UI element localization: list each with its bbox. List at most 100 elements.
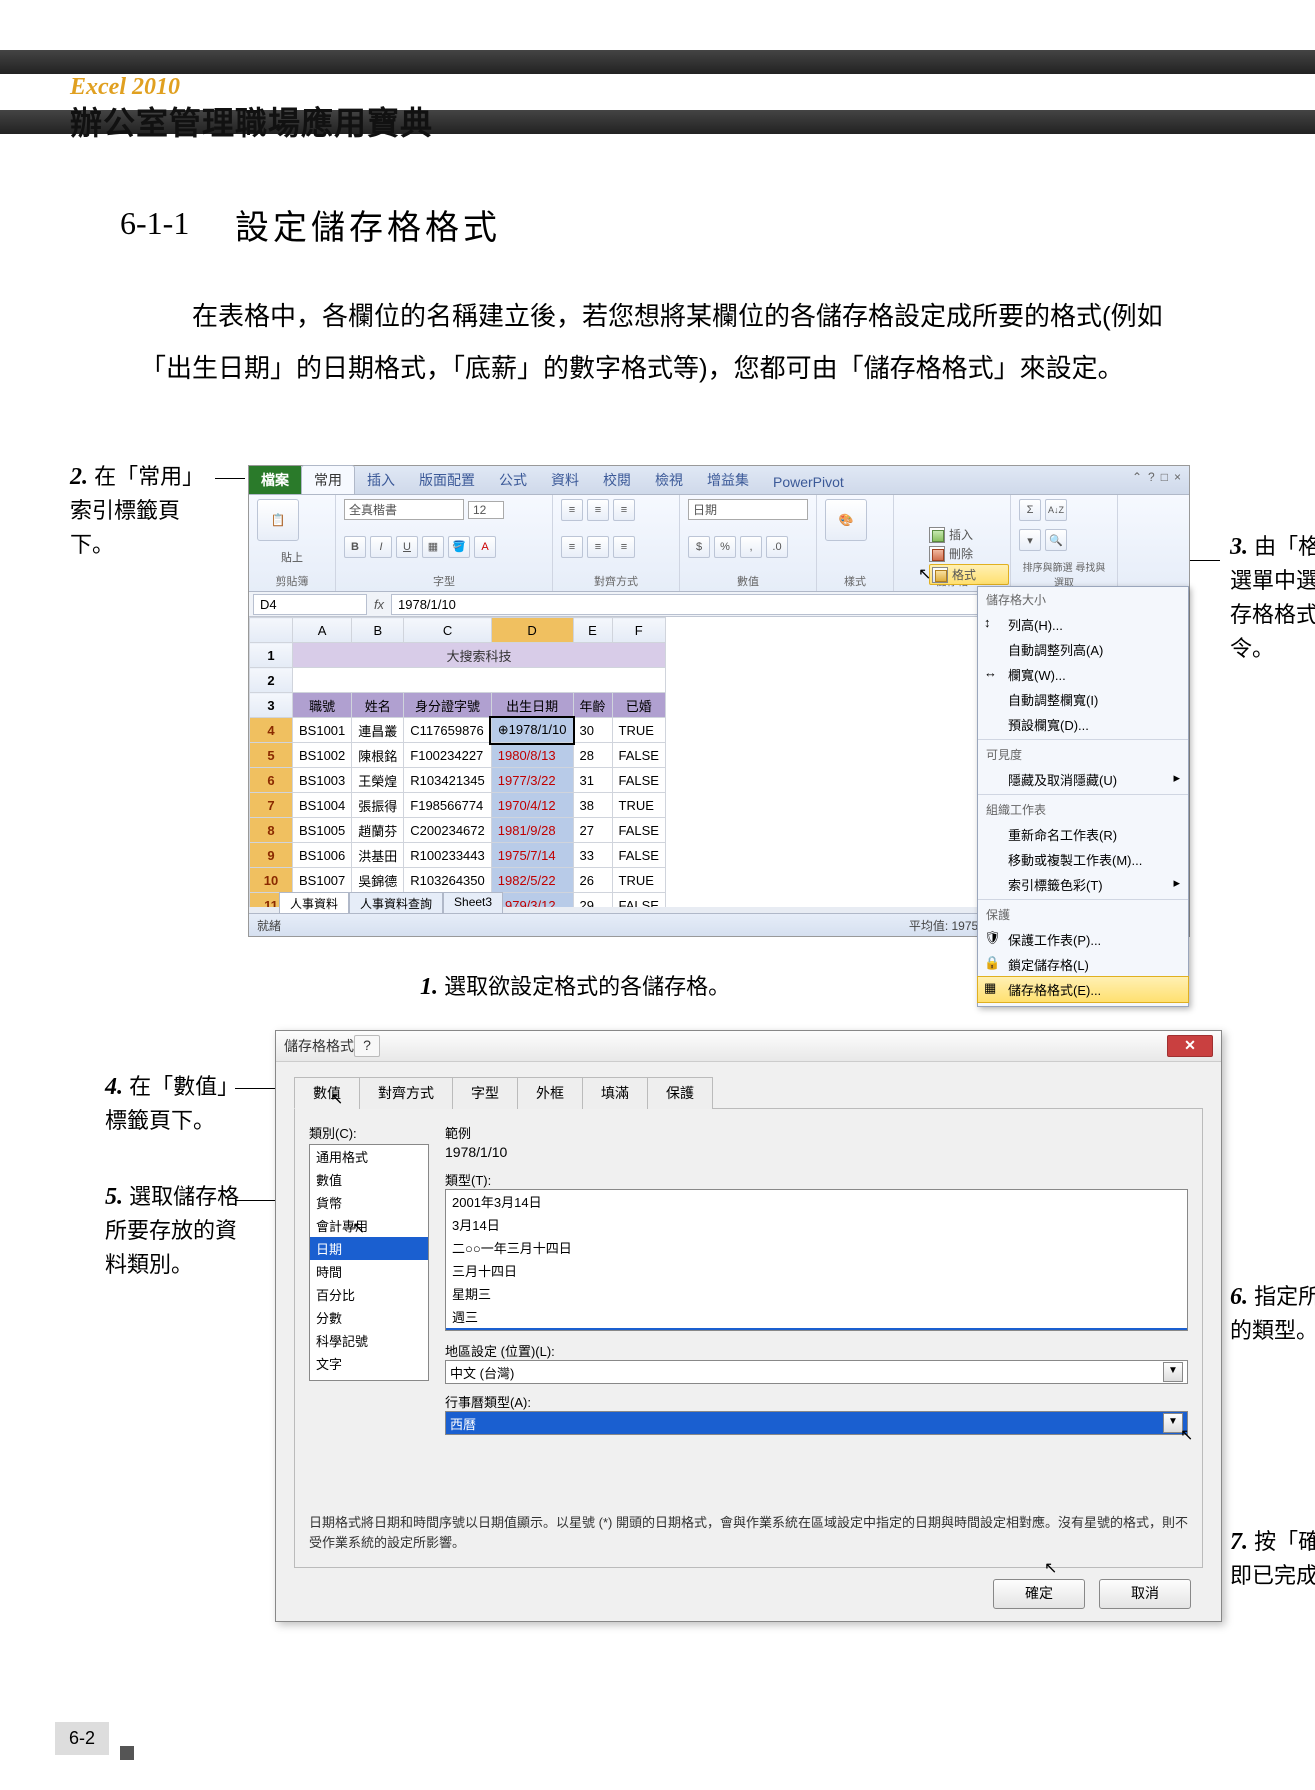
calendar-combo[interactable]: 西曆▼ (445, 1411, 1188, 1435)
restore-icon[interactable]: □ (1161, 470, 1168, 484)
menu-move-copy[interactable]: 移動或複製工作表(M)... (978, 847, 1188, 872)
close-icon[interactable]: × (1174, 470, 1181, 484)
tab-border[interactable]: 外框 (517, 1077, 583, 1109)
menu-autofit-row[interactable]: 自動調整列高(A) (978, 637, 1188, 662)
align-tr-icon[interactable]: ≡ (613, 499, 635, 521)
list-item[interactable]: 文字 (310, 1352, 428, 1375)
currency-icon[interactable]: $ (688, 536, 710, 558)
cancel-button[interactable]: 取消 (1099, 1579, 1191, 1609)
tab-fill[interactable]: 填滿 (582, 1077, 648, 1109)
sheet-tab-1[interactable]: 人事資料 (279, 892, 349, 914)
inc-dec-icon[interactable]: .0 (766, 536, 788, 558)
align-bc-icon[interactable]: ≡ (587, 536, 609, 558)
category-listbox[interactable]: 通用格式 數值 貨幣 會計專用 日期 時間 百分比 分數 科學記號 文字 特殊 … (309, 1144, 429, 1381)
font-size-combo[interactable]: 12 (468, 501, 504, 519)
font-name-combo[interactable]: 全真楷書 (344, 499, 464, 520)
font-color-button[interactable]: A (474, 536, 496, 558)
tab-data[interactable]: 資料 (539, 466, 591, 494)
ok-button[interactable]: 確定 (993, 1579, 1085, 1609)
tab-view[interactable]: 檢視 (643, 466, 695, 494)
list-item[interactable]: 週三 (446, 1305, 1187, 1328)
leader-line-2 (215, 478, 245, 479)
styles-button[interactable]: 🎨 (825, 499, 867, 541)
ribbon-min-icon[interactable]: ⌃ (1132, 470, 1142, 484)
list-item[interactable]: 分數 (310, 1306, 428, 1329)
type-listbox[interactable]: 2001年3月14日 3月14日 二○○一年三月十四日 三月十四日 星期三 週三… (445, 1189, 1188, 1331)
list-item[interactable]: 特殊 (310, 1375, 428, 1381)
list-item[interactable]: 貨幣 (310, 1191, 428, 1214)
tab-insert[interactable]: 插入 (355, 466, 407, 494)
col-F[interactable]: F (612, 618, 665, 643)
tab-review[interactable]: 校閱 (591, 466, 643, 494)
menu-tab-color[interactable]: 索引標籤色彩(T)▸ (978, 872, 1188, 897)
tab-powerpivot[interactable]: PowerPivot (761, 470, 856, 494)
tab-formula[interactable]: 公式 (487, 466, 539, 494)
list-item[interactable]: 通用格式 (310, 1145, 428, 1168)
tab-home[interactable]: 常用 (301, 465, 355, 494)
col-D[interactable]: D (491, 618, 573, 643)
list-item[interactable]: 2001年3月14日 (446, 1190, 1187, 1213)
dialog-help-icon[interactable]: ? (354, 1035, 380, 1057)
menu-protect-sheet[interactable]: 🛡保護工作表(P)... (978, 927, 1188, 952)
help-icon[interactable]: ? (1148, 470, 1155, 484)
menu-default-width[interactable]: 預設欄寬(D)... (978, 712, 1188, 737)
align-bl-icon[interactable]: ≡ (561, 536, 583, 558)
col-B[interactable]: B (352, 618, 404, 643)
locale-combo[interactable]: 中文 (台灣)▼ (445, 1360, 1188, 1384)
fx-icon[interactable]: fx (367, 597, 391, 612)
list-item[interactable]: 百分比 (310, 1283, 428, 1306)
tab-addins[interactable]: 增益集 (695, 466, 761, 494)
italic-button[interactable]: I (370, 536, 392, 558)
align-tc-icon[interactable]: ≡ (587, 499, 609, 521)
sheet-tab-2[interactable]: 人事資料查詢 (349, 892, 443, 914)
sort-button[interactable]: A↓Z (1045, 499, 1067, 521)
menu-row-height[interactable]: ↕列高(H)... (978, 612, 1188, 637)
col-E[interactable]: E (573, 618, 612, 643)
menu-autofit-col[interactable]: 自動調整欄寬(I) (978, 687, 1188, 712)
list-item[interactable]: 星期三 (446, 1282, 1187, 1305)
name-box[interactable]: D4 (253, 594, 367, 615)
menu-rename-sheet[interactable]: 重新命名工作表(R) (978, 822, 1188, 847)
col-C[interactable]: C (404, 618, 491, 643)
menu-hide-unhide[interactable]: 隱藏及取消隱藏(U)▸ (978, 767, 1188, 792)
bold-button[interactable]: B (344, 536, 366, 558)
sum-icon[interactable]: Σ (1019, 499, 1041, 521)
col-A[interactable]: A (293, 618, 352, 643)
dialog-close-icon[interactable]: ✕ (1167, 1035, 1213, 1057)
insert-button[interactable]: 插入 (929, 526, 1009, 543)
sheet-tab-3[interactable]: Sheet3 (443, 892, 503, 914)
paste-button[interactable]: 📋 (257, 499, 299, 541)
select-all-icon[interactable] (250, 618, 293, 643)
list-item[interactable]: 科學記號 (310, 1329, 428, 1352)
find-button[interactable]: 🔍 (1045, 529, 1067, 551)
dialog-titlebar[interactable]: 儲存格格式 ? ✕ (276, 1031, 1221, 1062)
tab-file[interactable]: 檔案 (249, 466, 301, 494)
tab-protect[interactable]: 保護 (647, 1077, 713, 1109)
list-item-date[interactable]: 日期 (310, 1237, 428, 1260)
align-br-icon[interactable]: ≡ (613, 536, 635, 558)
comma-icon[interactable]: , (740, 536, 762, 558)
list-item[interactable]: 二○○一年三月十四日 (446, 1236, 1187, 1259)
menu-lock-cell[interactable]: 🔒鎖定儲存格(L) (978, 952, 1188, 977)
chevron-down-icon[interactable]: ▼ (1163, 1362, 1183, 1382)
format-button[interactable]: 格式 (929, 564, 1009, 585)
list-item[interactable]: 時間 (310, 1260, 428, 1283)
list-item[interactable]: 數值 (310, 1168, 428, 1191)
list-item[interactable]: 三月十四日 (446, 1259, 1187, 1282)
tab-alignment[interactable]: 對齊方式 (359, 1077, 453, 1109)
border-button[interactable]: ▦ (422, 536, 444, 558)
menu-cell-format[interactable]: ▦儲存格格式(E)... (977, 976, 1189, 1003)
underline-button[interactable]: U (396, 536, 418, 558)
list-item[interactable]: 會計專用 (310, 1214, 428, 1237)
number-format-combo[interactable]: 日期 (688, 499, 808, 520)
percent-icon[interactable]: % (714, 536, 736, 558)
tab-layout[interactable]: 版面配置 (407, 466, 487, 494)
tab-font[interactable]: 字型 (452, 1077, 518, 1109)
fill-color-button[interactable]: 🪣 (448, 536, 470, 558)
delete-button[interactable]: 刪除 (929, 545, 1009, 562)
fill-icon[interactable]: ▾ (1019, 529, 1041, 551)
menu-col-width[interactable]: ↔欄寬(W)... (978, 662, 1188, 687)
list-item[interactable]: 3月14日 (446, 1213, 1187, 1236)
tab-number[interactable]: 數值 (294, 1077, 360, 1109)
align-tl-icon[interactable]: ≡ (561, 499, 583, 521)
